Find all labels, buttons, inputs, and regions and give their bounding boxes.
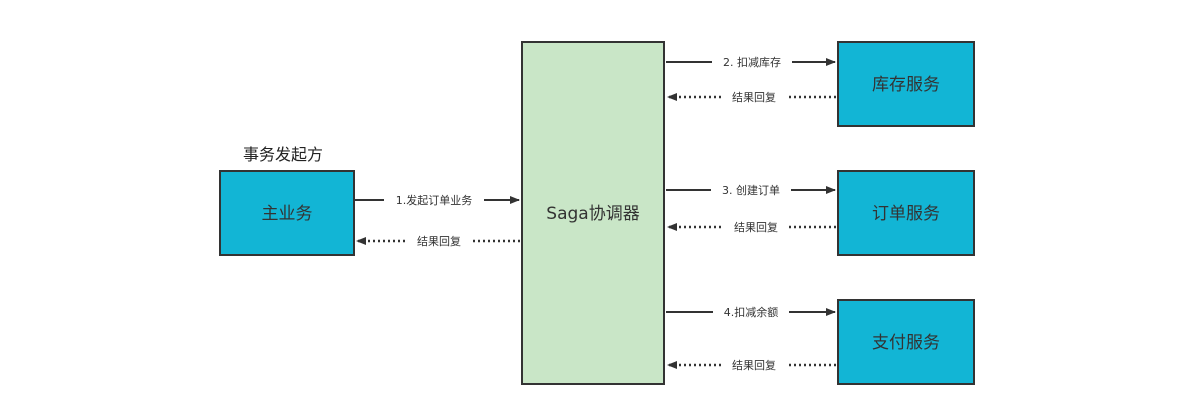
order-service-node: 订单服务 — [837, 170, 975, 256]
saga-coordinator-node: Saga协调器 — [521, 41, 665, 385]
edge-deduct-stock: 2. 扣减库存 — [666, 54, 836, 70]
saga-coordinator-label: Saga协调器 — [546, 204, 639, 224]
edge-reply-inventory: 结果回复 — [667, 89, 836, 105]
payment-service-label: 支付服务 — [872, 333, 940, 353]
payment-service-node: 支付服务 — [837, 299, 975, 385]
edge-reply-payment: 结果回复 — [667, 357, 836, 373]
inventory-service-label: 库存服务 — [872, 75, 940, 95]
saga-diagram: 事务发起方 主业务 Saga协调器 库存服务 订单服务 支付服务 1.发起订单业… — [219, 41, 975, 385]
edge-reply-main-label: 结果回复 — [417, 234, 461, 248]
edge-reply-order-label: 结果回复 — [734, 220, 778, 234]
inventory-service-node: 库存服务 — [837, 41, 975, 127]
edge-create-order: 3. 创建订单 — [666, 182, 836, 198]
edge-reply-inventory-label: 结果回复 — [732, 90, 776, 104]
main-business-label: 主业务 — [262, 204, 313, 224]
edge-reply-payment-label: 结果回复 — [732, 358, 776, 372]
edge-deduct-stock-label: 2. 扣减库存 — [723, 55, 781, 69]
edge-start-order-label: 1.发起订单业务 — [396, 193, 473, 207]
initiator-caption: 事务发起方 — [243, 145, 323, 164]
edge-deduct-balance-label: 4.扣减余额 — [724, 305, 779, 319]
edge-create-order-label: 3. 创建订单 — [722, 183, 780, 197]
edge-reply-main: 结果回复 — [356, 233, 520, 249]
edge-deduct-balance: 4.扣减余额 — [666, 304, 836, 320]
main-business-node: 主业务 — [219, 170, 355, 256]
edge-reply-order: 结果回复 — [667, 219, 836, 235]
edge-start-order: 1.发起订单业务 — [354, 192, 520, 208]
order-service-label: 订单服务 — [872, 204, 940, 224]
